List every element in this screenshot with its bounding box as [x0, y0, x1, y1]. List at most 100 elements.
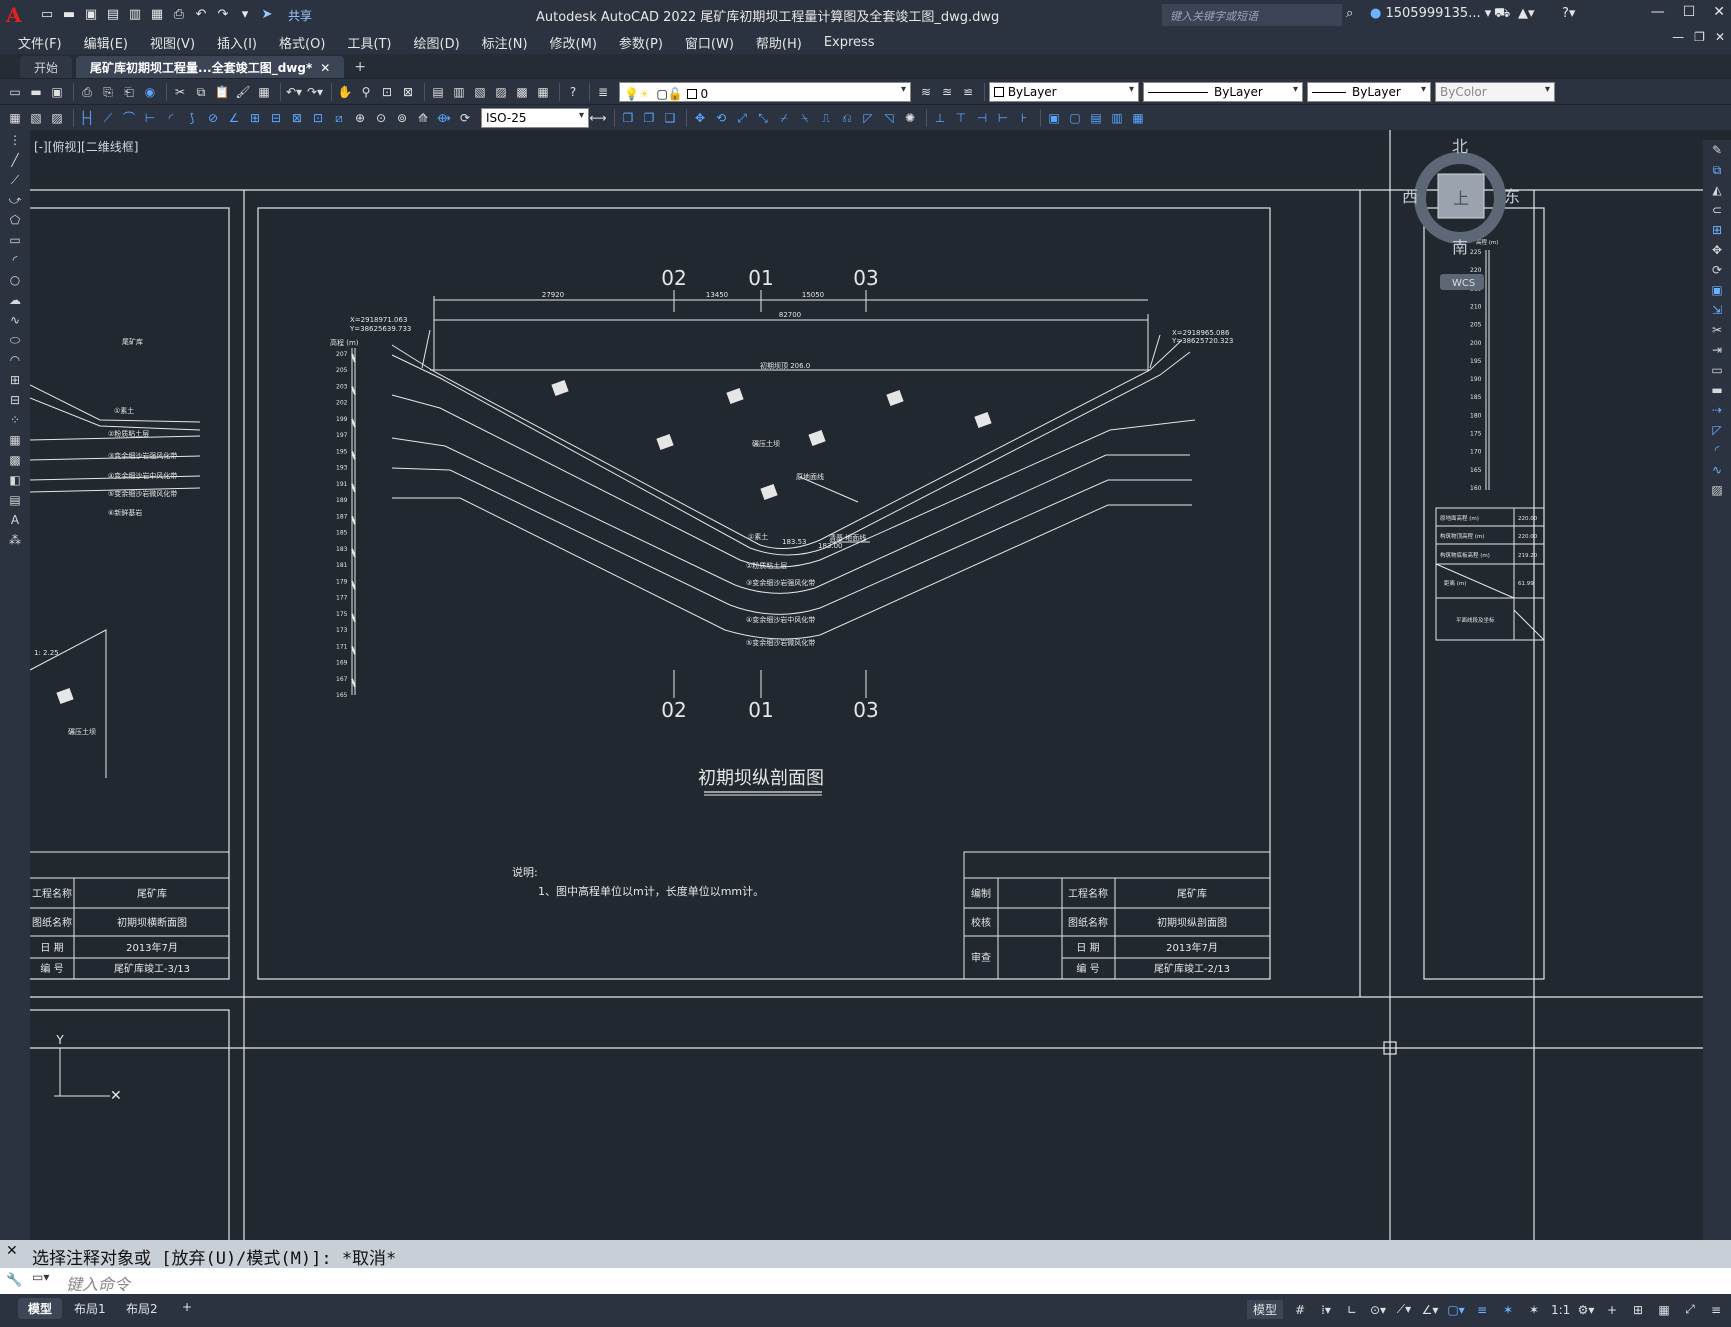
polar-icon[interactable]: ⊙▾: [1369, 1303, 1387, 1317]
preview-icon[interactable]: ⎘: [99, 83, 117, 101]
viewport-icon[interactable]: ▣: [1045, 109, 1063, 127]
open-icon[interactable]: ▬: [60, 6, 78, 24]
rotate-icon[interactable]: ⟳: [1703, 260, 1731, 280]
close-icon[interactable]: ✕: [1713, 4, 1725, 20]
blend-icon[interactable]: ∿: [1703, 460, 1731, 480]
region-icon[interactable]: ◧: [0, 470, 30, 490]
tab-layout2[interactable]: 布局2: [116, 1298, 168, 1319]
lineweight-icon[interactable]: ≡: [1473, 1303, 1491, 1317]
menu-item-11[interactable]: 帮助(H): [756, 33, 802, 52]
move-icon[interactable]: ✥: [1703, 240, 1731, 260]
move-icon[interactable]: ✥: [691, 109, 709, 127]
undo-icon[interactable]: ↶: [192, 6, 210, 24]
model-space-canvas[interactable]: 02 01 03 02 01 03 27920 13450 15050 8270…: [30, 130, 1703, 1240]
customize-icon[interactable]: 🔧: [6, 1273, 22, 1288]
compass-north[interactable]: 北: [1452, 137, 1468, 156]
chamfer-icon[interactable]: ◸: [859, 109, 877, 127]
dim-aligned-icon[interactable]: ⟋: [99, 109, 117, 127]
close-tab-icon[interactable]: ✕: [320, 61, 330, 75]
fillet-icon[interactable]: ◜: [1703, 440, 1731, 460]
scale-icon[interactable]: ⤢: [733, 109, 751, 127]
layer-iso-icon[interactable]: ▨: [48, 109, 66, 127]
dim-diameter-icon[interactable]: ⊘: [204, 109, 222, 127]
web-icon[interactable]: ◉: [141, 83, 159, 101]
break-icon[interactable]: ▬: [1703, 380, 1731, 400]
dim-linear-icon[interactable]: ├┤: [78, 109, 96, 127]
layer-previous-icon[interactable]: ≊: [938, 83, 956, 101]
zoom-previous-icon[interactable]: ⊠: [399, 83, 417, 101]
sheet-set-icon[interactable]: ▨: [492, 83, 510, 101]
paste-icon[interactable]: 📋: [213, 83, 231, 101]
dim-radius-icon[interactable]: ◜: [162, 109, 180, 127]
array-icon[interactable]: ⊞: [1703, 220, 1731, 240]
named-views-icon[interactable]: ▦: [1129, 109, 1147, 127]
open-file-icon[interactable]: ▬: [27, 83, 45, 101]
explode-icon[interactable]: ✺: [901, 109, 919, 127]
hatch-icon[interactable]: ▦: [0, 430, 30, 450]
user-account[interactable]: ● 1505999135... ▾: [1370, 6, 1491, 21]
mtext-icon[interactable]: A: [0, 510, 30, 530]
command-input[interactable]: 键入命令: [66, 1271, 130, 1295]
menu-item-12[interactable]: Express: [824, 35, 875, 50]
menu-item-1[interactable]: 编辑(E): [84, 33, 128, 52]
dimstyle-manager-icon[interactable]: ⟷: [589, 109, 607, 127]
tolerance-icon[interactable]: ⊕: [351, 109, 369, 127]
new-icon[interactable]: ▭: [38, 6, 56, 24]
linetype-dropdown[interactable]: ByLayer ▾: [1143, 81, 1303, 102]
offset-icon[interactable]: ❑: [661, 109, 679, 127]
save-web-icon[interactable]: ▦: [148, 6, 166, 24]
cut-icon[interactable]: ✂: [171, 83, 189, 101]
join-icon[interactable]: ⇢: [1703, 400, 1731, 420]
menu-item-6[interactable]: 绘图(D): [414, 33, 460, 52]
compass-west[interactable]: 西: [1402, 187, 1418, 206]
plus-icon[interactable]: +: [1603, 1303, 1621, 1317]
inspect-icon[interactable]: ⊚: [393, 109, 411, 127]
quick-dim-icon[interactable]: ⊞: [246, 109, 264, 127]
tab-model[interactable]: 模型: [18, 1298, 63, 1319]
circle-icon[interactable]: ○: [0, 270, 30, 290]
dim-edit-icon[interactable]: ⟴: [435, 109, 453, 127]
snap-icon[interactable]: ⁞▾: [1317, 1303, 1335, 1317]
ellipse-icon[interactable]: ⬭: [0, 330, 30, 350]
match-prop-icon[interactable]: 🖌: [234, 83, 252, 101]
menu-item-8[interactable]: 修改(M): [550, 33, 597, 52]
plot-icon[interactable]: ⎙: [170, 6, 188, 24]
section-icon[interactable]: ▤: [1087, 109, 1105, 127]
explode-icon[interactable]: ▨: [1703, 480, 1731, 500]
annotation-visibility-icon[interactable]: ✶: [1499, 1303, 1517, 1317]
trim-icon[interactable]: ⌿: [775, 109, 793, 127]
mirror-icon[interactable]: ❐: [640, 109, 658, 127]
extend-icon[interactable]: ⇥: [1703, 340, 1731, 360]
zoom-window-icon[interactable]: ⊡: [378, 83, 396, 101]
menu-item-2[interactable]: 视图(V): [150, 33, 195, 52]
doc-close-icon[interactable]: ✕: [1715, 30, 1725, 44]
osnap-icon[interactable]: ▢▾: [1447, 1303, 1465, 1317]
lineweight-dropdown[interactable]: ByLayer ▾: [1307, 81, 1431, 102]
join-icon[interactable]: ⎌: [838, 109, 856, 127]
color-dropdown[interactable]: ByLayer ▾: [989, 81, 1139, 102]
copy-icon[interactable]: ⧉: [1703, 160, 1731, 180]
ellipse-arc-icon[interactable]: ◠: [0, 350, 30, 370]
extend-icon[interactable]: ⍀: [796, 109, 814, 127]
layer-state-icon[interactable]: ≌: [959, 83, 977, 101]
tool-palettes-icon[interactable]: ▧: [471, 83, 489, 101]
compass-south[interactable]: 南: [1452, 238, 1468, 257]
rectangle-icon[interactable]: ▭: [0, 230, 30, 250]
make-block-icon[interactable]: ⊟: [0, 390, 30, 410]
tab-drawing[interactable]: 尾矿库初期坝工程量...全套竣工图_dwg* ✕: [76, 56, 345, 78]
doc-minimize-icon[interactable]: —: [1672, 30, 1684, 44]
publish-icon[interactable]: ⎗: [120, 83, 138, 101]
menu-item-4[interactable]: 格式(O): [279, 33, 325, 52]
break-icon[interactable]: ⎍: [817, 109, 835, 127]
quick-properties-icon[interactable]: ▦: [1655, 1303, 1673, 1317]
ucs-icon[interactable]: ⊥: [931, 109, 949, 127]
rotate-icon[interactable]: ⟲: [712, 109, 730, 127]
menu-item-7[interactable]: 标注(N): [482, 33, 528, 52]
pan-icon[interactable]: ✋: [336, 83, 354, 101]
layer-walk-icon[interactable]: ▧: [27, 109, 45, 127]
table-icon[interactable]: ▤: [0, 490, 30, 510]
copy-obj-icon[interactable]: ❒: [619, 109, 637, 127]
ortho-icon[interactable]: ∟: [1343, 1303, 1361, 1317]
ucs-face-icon[interactable]: ⊢: [994, 109, 1012, 127]
zoom-realtime-icon[interactable]: ⚲: [357, 83, 375, 101]
